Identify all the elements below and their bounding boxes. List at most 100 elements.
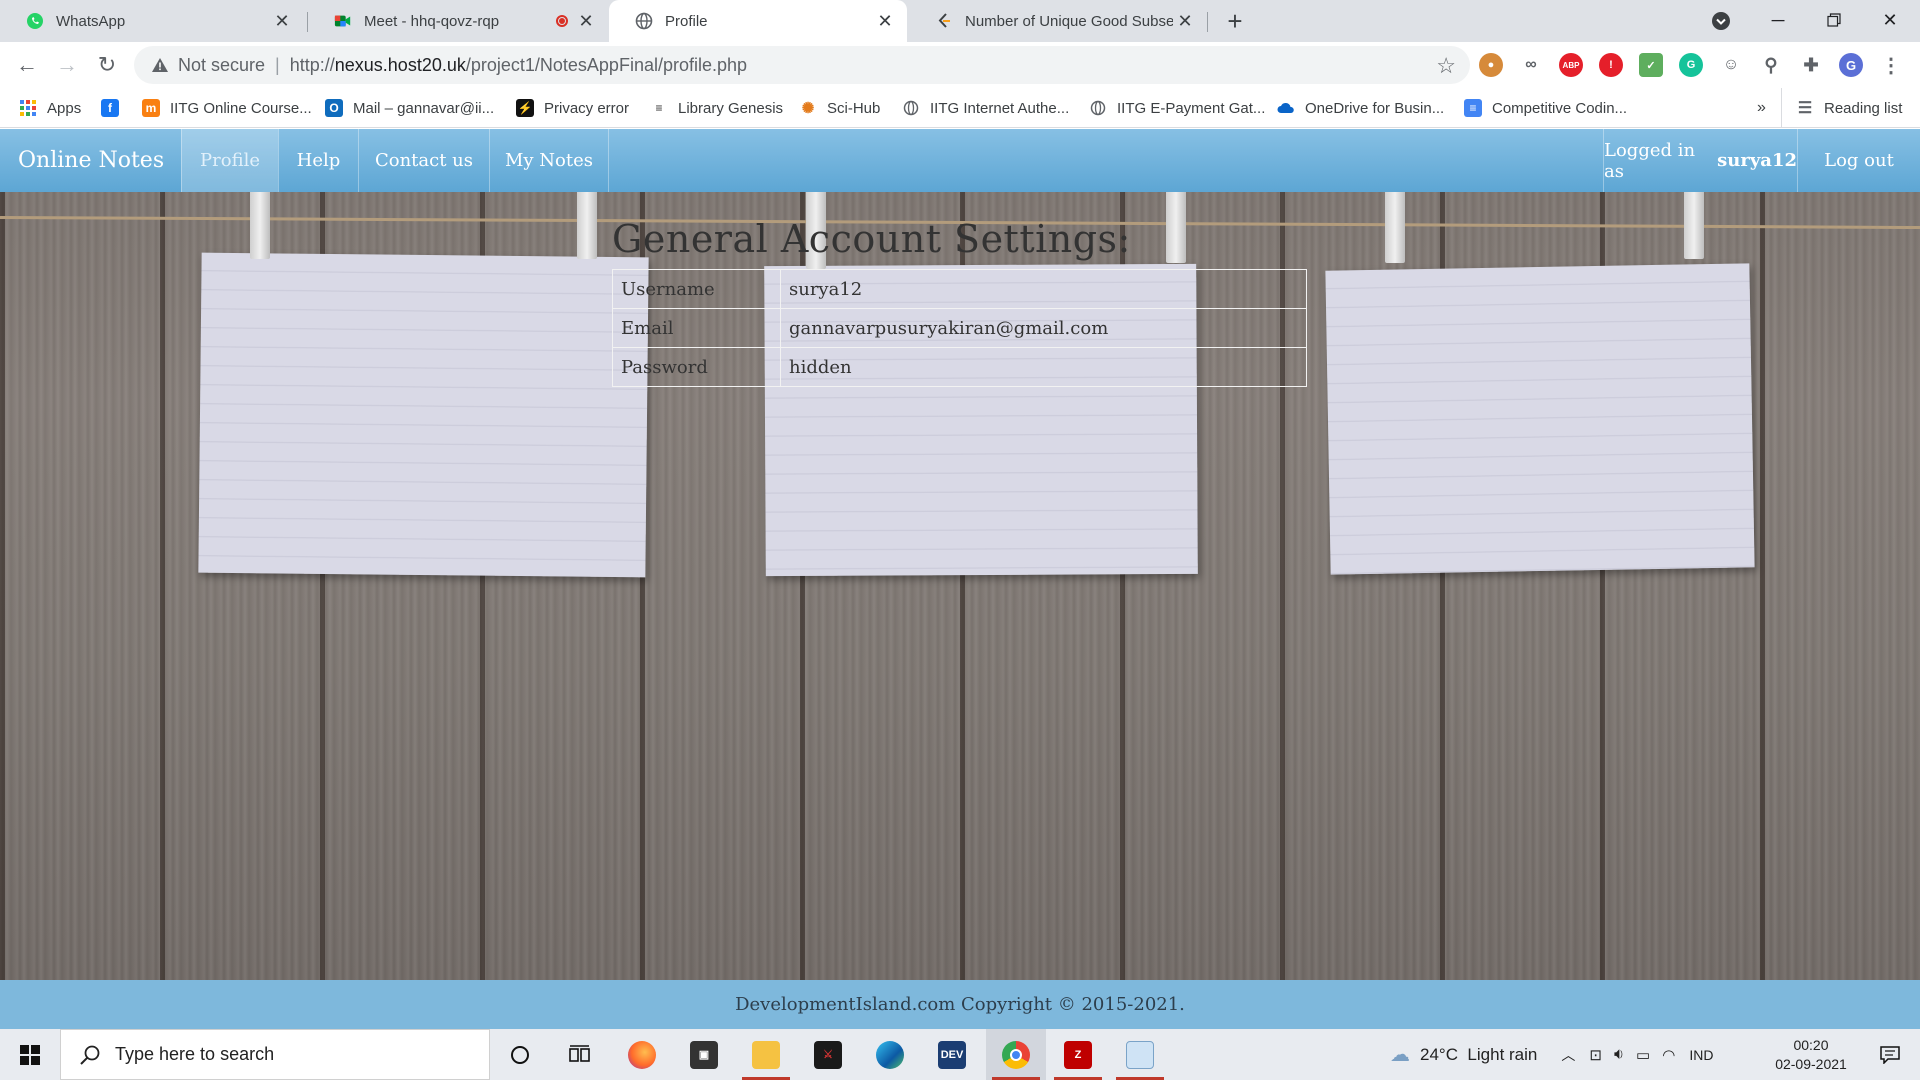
device-icon[interactable]: ⊡ bbox=[1589, 1046, 1602, 1064]
volume-icon[interactable]: 🔉︎ bbox=[1614, 1046, 1624, 1064]
bookmark-facebook[interactable]: f bbox=[101, 88, 129, 128]
bookmark-label: Mail – gannavar@ii... bbox=[353, 99, 495, 117]
tab-leetcode[interactable]: Number of Unique Good Subseq ✕ bbox=[909, 0, 1207, 42]
adblock-extension-icon[interactable]: ABP bbox=[1559, 53, 1583, 77]
wifi-icon[interactable]: ◠ bbox=[1662, 1046, 1675, 1064]
page-title: General Account Settings: bbox=[612, 217, 1131, 261]
close-tab-icon[interactable]: ✕ bbox=[873, 9, 897, 33]
close-tab-icon[interactable]: ✕ bbox=[574, 9, 598, 33]
devcpp-icon[interactable]: DEV bbox=[922, 1029, 982, 1080]
new-tab-button[interactable]: + bbox=[1220, 6, 1250, 36]
site-navbar: Online Notes Profile Help Contact us My … bbox=[0, 129, 1920, 192]
firefox-icon[interactable] bbox=[612, 1029, 672, 1080]
logout-link[interactable]: Log out bbox=[1797, 129, 1920, 192]
warning-icon[interactable] bbox=[150, 55, 170, 75]
nav-my-notes[interactable]: My Notes bbox=[489, 129, 609, 192]
notifications-icon[interactable] bbox=[1860, 1029, 1920, 1080]
bookmark-apps[interactable]: Apps bbox=[19, 88, 81, 128]
bookmark-iitg-online-course[interactable]: m IITG Online Course... bbox=[142, 88, 312, 128]
address-bar[interactable]: Not secure | http://nexus.host20.uk/proj… bbox=[134, 46, 1470, 84]
battery-icon[interactable]: ▭ bbox=[1636, 1046, 1650, 1064]
setting-key: Username bbox=[612, 269, 781, 309]
chrome-icon[interactable] bbox=[986, 1029, 1046, 1080]
language-indicator[interactable]: IND bbox=[1689, 1047, 1713, 1063]
bookmark-iitg-internet[interactable]: IITG Internet Authe... bbox=[902, 88, 1069, 128]
taskbar-clock[interactable]: 00:20 02-09-2021 bbox=[1766, 1029, 1856, 1080]
filezilla-icon[interactable]: Z bbox=[1048, 1029, 1108, 1080]
close-tab-icon[interactable]: ✕ bbox=[270, 9, 294, 33]
close-tab-icon[interactable]: ✕ bbox=[1173, 9, 1197, 33]
tab-search-icon[interactable] bbox=[1709, 9, 1733, 33]
clock-date: 02-09-2021 bbox=[1775, 1055, 1847, 1072]
reading-list-button[interactable]: ☰ Reading list bbox=[1781, 88, 1902, 128]
system-tray: ☁ 24°C Light rain ︿ ⊡ 🔉︎ ▭ ◠ IND bbox=[1390, 1029, 1713, 1080]
cortana-icon[interactable] bbox=[490, 1029, 550, 1080]
windows-start-icon[interactable] bbox=[0, 1029, 60, 1080]
table-row[interactable]: Email gannavarpusuryakiran@gmail.com bbox=[612, 308, 1307, 348]
globe-icon bbox=[635, 12, 653, 30]
bookmark-competitive-coding[interactable]: ≡ Competitive Codin... bbox=[1464, 88, 1627, 128]
task-view-icon[interactable] bbox=[550, 1029, 610, 1080]
grammarly-icon[interactable]: G bbox=[1679, 53, 1703, 77]
setting-value[interactable]: gannavarpusuryakiran@gmail.com bbox=[780, 308, 1307, 348]
red-extension-icon[interactable]: ! bbox=[1599, 53, 1623, 77]
hanging-note bbox=[1325, 263, 1755, 575]
bookmark-iitg-epayment[interactable]: IITG E-Payment Gat... bbox=[1089, 88, 1265, 128]
site-brand[interactable]: Online Notes bbox=[18, 129, 164, 192]
chrome-menu-icon[interactable]: ⋮ bbox=[1879, 53, 1903, 77]
restore-icon[interactable] bbox=[1804, 0, 1864, 40]
location-pin-icon[interactable]: ⚲ bbox=[1759, 53, 1783, 77]
file-explorer-icon[interactable] bbox=[736, 1029, 796, 1080]
nav-contact-us[interactable]: Contact us bbox=[358, 129, 489, 192]
close-window-icon[interactable]: ✕ bbox=[1860, 0, 1920, 40]
taskbar-search-box[interactable]: Type here to search bbox=[60, 1029, 490, 1080]
extensions-puzzle-icon[interactable]: ✚ bbox=[1799, 53, 1823, 77]
predator-icon[interactable]: ⚔ bbox=[798, 1029, 858, 1080]
shopping-extension-icon[interactable]: ∞ bbox=[1519, 53, 1543, 77]
tab-title: Profile bbox=[665, 12, 708, 30]
photos-app-icon[interactable] bbox=[1110, 1029, 1170, 1080]
moodle-icon: m bbox=[142, 99, 160, 117]
forward-icon[interactable]: → bbox=[51, 49, 83, 81]
google-meet-icon bbox=[334, 12, 352, 30]
bookmark-label: Competitive Codin... bbox=[1492, 99, 1628, 117]
logged-in-status[interactable]: Logged in as surya12 bbox=[1603, 129, 1797, 192]
reload-icon[interactable]: ↻ bbox=[91, 49, 123, 81]
onedrive-icon bbox=[1277, 99, 1295, 117]
table-row[interactable]: Password hidden bbox=[612, 347, 1307, 387]
green-extension-icon[interactable]: ✓ bbox=[1639, 53, 1663, 77]
settings-table: Username surya12 Email gannavarpusuryaki… bbox=[612, 269, 1307, 387]
omnibox-divider: | bbox=[275, 54, 280, 75]
nav-profile[interactable]: Profile bbox=[181, 129, 278, 192]
tab-meet[interactable]: Meet - hhq-qovz-rqp ✕ bbox=[308, 0, 608, 42]
nav-help[interactable]: Help bbox=[278, 129, 358, 192]
setting-value[interactable]: surya12 bbox=[780, 269, 1307, 309]
table-row[interactable]: Username surya12 bbox=[612, 269, 1307, 309]
setting-value[interactable]: hidden bbox=[780, 347, 1307, 387]
more-bookmarks-button[interactable]: » bbox=[1757, 88, 1766, 128]
apps-grid-icon bbox=[19, 99, 37, 117]
show-hidden-icons-icon[interactable]: ︿ bbox=[1561, 1045, 1575, 1065]
store-icon[interactable]: ▣ bbox=[674, 1029, 734, 1080]
security-label[interactable]: Not secure bbox=[178, 55, 265, 76]
bookmark-library-genesis[interactable]: ≡ Library Genesis bbox=[650, 88, 783, 128]
bookmark-sci-hub[interactable]: ✺ Sci-Hub bbox=[799, 88, 880, 128]
account-settings-panel: General Account Settings: Username surya… bbox=[612, 217, 1308, 387]
browser-toolbar: ← → ↻ Not secure | http://nexus.host20.u… bbox=[0, 42, 1920, 88]
bookmark-mail[interactable]: O Mail – gannavar@ii... bbox=[325, 88, 494, 128]
bookmark-privacy-error[interactable]: ⚡ Privacy error bbox=[516, 88, 629, 128]
profile-avatar[interactable]: G bbox=[1839, 53, 1863, 77]
bookmark-onedrive[interactable]: OneDrive for Busin... bbox=[1277, 88, 1444, 128]
accessibility-extension-icon[interactable]: ☺ bbox=[1719, 53, 1743, 77]
tab-whatsapp[interactable]: WhatsApp ✕ bbox=[0, 0, 304, 42]
weather-text[interactable]: 24°C Light rain bbox=[1420, 1045, 1537, 1065]
cookie-extension-icon[interactable]: ● bbox=[1479, 53, 1503, 77]
bookmark-star-icon[interactable]: ☆ bbox=[1436, 53, 1456, 79]
back-icon[interactable]: ← bbox=[11, 49, 43, 81]
leetcode-icon bbox=[935, 12, 953, 30]
edge-icon[interactable] bbox=[860, 1029, 920, 1080]
weather-rain-icon[interactable]: ☁ bbox=[1390, 1042, 1410, 1067]
minimize-icon[interactable]: ─ bbox=[1748, 0, 1808, 40]
tab-profile[interactable]: Profile ✕ bbox=[609, 0, 907, 42]
url-path: /project1/NotesAppFinal/profile.php bbox=[465, 54, 748, 75]
